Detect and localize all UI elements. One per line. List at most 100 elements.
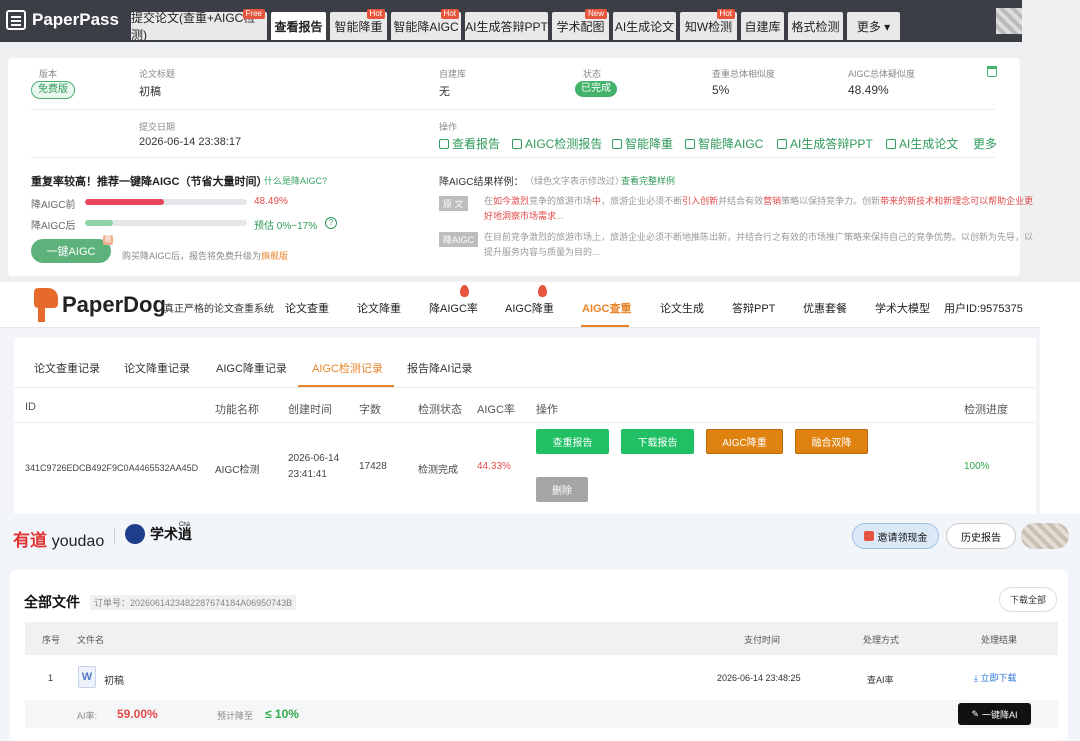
external-link-icon: [512, 139, 522, 149]
help-icon[interactable]: ?: [325, 217, 337, 229]
link-label: AI生成答辩PPT: [790, 137, 873, 151]
tab-ai-paper[interactable]: AI生成论文: [613, 12, 676, 40]
col-words: 字数: [359, 404, 381, 416]
col-pay-time: 支付时间: [744, 635, 781, 645]
record-function: AIGC检测: [215, 465, 260, 476]
paperdog-logo-icon[interactable]: [34, 288, 58, 322]
hot-badge: Hot: [440, 9, 459, 19]
brand2-ruby: Chá: [179, 522, 191, 528]
version-label: 版本: [39, 69, 58, 79]
aigc-value: 48.49%: [848, 83, 889, 97]
tab-submit-paper[interactable]: 提交论文(查重+AIGC检测) Free: [131, 9, 267, 42]
download-all-button[interactable]: 下载全部: [999, 587, 1057, 612]
more-ops-link[interactable]: 更多: [973, 135, 997, 152]
col-method: 处理方式: [863, 635, 900, 645]
download-now-link[interactable]: ⤓ 立即下载: [974, 671, 1017, 684]
trash-icon[interactable]: [987, 66, 997, 77]
tab-aigc-check-records[interactable]: AIGC检测记录: [312, 360, 383, 376]
nav-paper-reduce[interactable]: 论文降重: [357, 300, 401, 316]
tab-self-library[interactable]: 自建库: [741, 12, 784, 40]
row-method: 查AI率: [867, 675, 894, 685]
aigc-reduce-button[interactable]: AIGC降重: [706, 429, 783, 454]
robot-icon: [886, 139, 896, 149]
all-files-title: 全部文件: [24, 594, 80, 610]
paperdog-brand[interactable]: PaperDog: [62, 292, 166, 318]
status-badge: 已完成: [575, 81, 617, 97]
word-file-icon: W: [78, 666, 96, 688]
tab-label: 智能降AIGC: [393, 19, 459, 34]
paperpass-logo[interactable]: PaperPass: [6, 10, 119, 30]
recommend-title: 重复率较高！推荐一键降AIGC（节省大量时间）: [31, 176, 268, 188]
link-label: 查看报告: [452, 137, 501, 151]
tab-aigc-reduce-records[interactable]: AIGC降重记录: [216, 360, 287, 376]
date-value: 2026-06-14 23:38:17: [139, 136, 242, 148]
invite-cash-button[interactable]: 邀请领现金: [852, 523, 939, 549]
nav-active-underline: [581, 325, 629, 327]
report-card: 版本 免费版 论文标题 初稿 自建库 无 状态 已完成 查重总体相似度 5% A…: [8, 58, 1033, 276]
smart-reduce-aigc-link[interactable]: 智能降AIGC: [685, 135, 763, 152]
user-avatar[interactable]: [1021, 523, 1069, 549]
history-report-button[interactable]: 历史报告: [946, 523, 1016, 549]
ai-ppt-link[interactable]: AI生成答辩PPT: [777, 135, 873, 152]
hot-badge: Hot: [716, 9, 735, 19]
text-seg: 引入创新: [682, 196, 719, 206]
col-actions: 操作: [536, 404, 558, 416]
view-full-sample-link[interactable]: 查看完整样例: [621, 174, 675, 187]
one-key-reduce-ai-button[interactable]: ✎ 一键降AI: [958, 703, 1031, 725]
check-report-button[interactable]: 查重报告: [536, 429, 609, 454]
smart-reduce-link[interactable]: 智能降重: [612, 135, 673, 152]
nav-academic-model[interactable]: 学术大模型: [875, 300, 930, 316]
paperpass-brand: PaperPass: [32, 10, 119, 29]
title-label: 论文标题: [139, 69, 176, 79]
tab-ai-ppt[interactable]: AI生成答辩PPT: [465, 12, 548, 40]
tab-label: AI生成答辩PPT: [465, 19, 548, 34]
text-seg: ...: [556, 211, 564, 221]
link-label: AIGC检测报告: [525, 137, 603, 151]
one-click-aigc-button[interactable]: 一键AIGC: [31, 239, 111, 263]
tab-label: AI生成论文: [614, 19, 675, 34]
tab-view-report[interactable]: 查看报告: [271, 12, 326, 40]
tab-smart-reduce-aigc[interactable]: 智能降AIGC Hot: [391, 9, 461, 40]
sort-icon: [612, 139, 622, 149]
tab-academic-figure[interactable]: 学术配图 New: [552, 9, 609, 40]
nav-discount-plans[interactable]: 优惠套餐: [803, 300, 847, 316]
download-report-button[interactable]: 下载报告: [621, 429, 694, 454]
aigc-label: AIGC总体疑似度: [848, 69, 916, 79]
nav-defense-ppt[interactable]: 答辩PPT: [732, 300, 775, 316]
button-label: 一键AIGC: [46, 246, 96, 258]
nav-paper-generate[interactable]: 论文生成: [660, 300, 704, 316]
tab-smart-reduce[interactable]: 智能降重 Hot: [330, 9, 387, 40]
dual-reduce-button[interactable]: 融合双降: [795, 429, 868, 454]
paperdog-navbar: PaperDog 真正严格的论文查重系统 论文查重 论文降重 降AIGC率 AI…: [0, 282, 1040, 328]
ai-paper-link[interactable]: AI生成论文: [886, 135, 958, 152]
user-avatar[interactable]: [996, 8, 1022, 34]
upgrade-note: 购买降AIGC后，报告将免费升级为旗舰版: [122, 249, 288, 262]
original-tag: 原 文: [439, 196, 468, 211]
status-label: 状态: [583, 69, 602, 79]
nav-reduce-aigc-rate[interactable]: 降AIGC率: [429, 300, 478, 316]
robot-icon: [777, 139, 787, 149]
record-date: 2026-06-14: [288, 453, 340, 464]
aigc-report-link[interactable]: AIGC检测报告: [512, 135, 602, 152]
tab-check-records[interactable]: 论文查重记录: [34, 360, 100, 376]
text-seg: 并结合有效: [718, 196, 764, 206]
nav-paper-check[interactable]: 论文查重: [285, 300, 329, 316]
nav-aigc-reduce[interactable]: AIGC降重: [505, 300, 554, 316]
nav-aigc-check[interactable]: AIGC查重: [582, 300, 632, 316]
hot-badge: Hot: [366, 9, 385, 19]
tab-zhiw-check[interactable]: 知W检测 Hot: [680, 9, 737, 40]
logo-cn: 有道: [13, 531, 47, 550]
delete-button[interactable]: 删除: [536, 477, 588, 502]
tab-report-reduce-ai[interactable]: 报告降AI记录: [407, 360, 472, 376]
youdao-logo[interactable]: 有道 youdao: [13, 526, 104, 551]
reduced-text: 在目前竞争激烈的旅游市场上，旅游企业必须不断地推陈出新，并结合行之有效的市场推广…: [484, 232, 1034, 257]
view-report-link[interactable]: 查看报告: [439, 135, 500, 152]
link-label: 智能降AIGC: [698, 137, 764, 151]
globe-icon: [125, 524, 145, 544]
tab-format-check[interactable]: 格式检测: [788, 12, 843, 40]
ai-rate-row: AI率: 59.00% 预计降至 ≤ 10%: [25, 700, 1058, 728]
tab-label: 学术配图: [556, 19, 605, 34]
tab-reduce-records[interactable]: 论文降重记录: [124, 360, 190, 376]
what-is-aigc-link[interactable]: 什么是降AIGC?: [264, 174, 327, 187]
tab-more[interactable]: 更多 ▾: [847, 12, 900, 40]
